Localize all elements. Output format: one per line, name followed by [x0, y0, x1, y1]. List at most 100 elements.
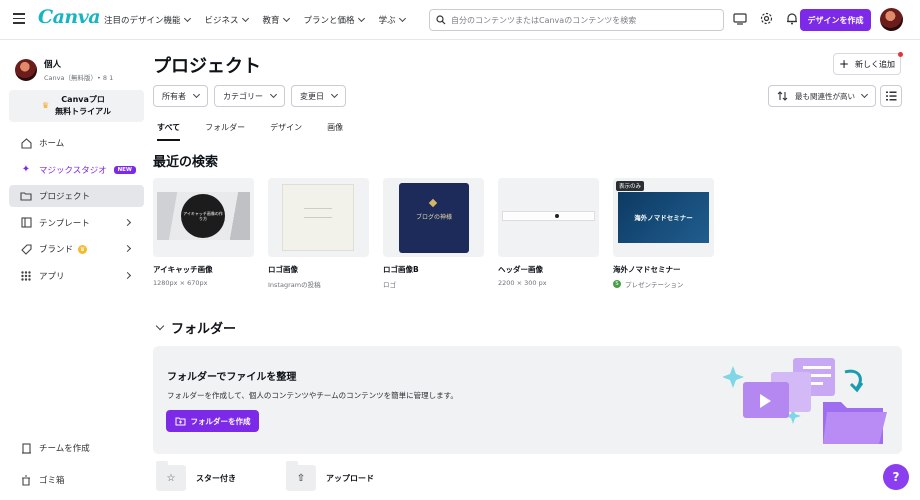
plus-icon: + — [838, 57, 850, 71]
search-input[interactable] — [451, 15, 721, 25]
folder-empty-title: フォルダーでファイルを整理 — [167, 372, 297, 383]
thumbnail-text: 海外ノマドセミナー — [634, 214, 693, 222]
card-subtitle: Instagramの投稿 — [268, 281, 321, 289]
chevron-down-icon — [192, 90, 201, 99]
sort-dropdown[interactable]: 最も関連性が高い — [768, 85, 876, 107]
content-tabs: すべて フォルダー デザイン 画像 — [157, 122, 343, 141]
sidebar: 個人 Canva（無料版）• 8 1 ♛ Canvaプロ 無料トライアル ホーム … — [0, 40, 152, 500]
folder-empty-state: フォルダーでファイルを整理 フォルダーを作成して、個人のコンテンツやチームのコン… — [153, 346, 902, 454]
chevron-down-icon — [357, 14, 365, 23]
folders-section-toggle[interactable]: フォルダー — [155, 318, 237, 337]
tab-designs[interactable]: デザイン — [270, 122, 302, 141]
folder-icon — [19, 191, 33, 201]
nav-item-pricing[interactable]: プランと価格 — [304, 14, 365, 26]
sidebar-item-brand[interactable]: ブランド ♛ — [9, 238, 144, 260]
sparkle-icon: ✦ — [21, 164, 31, 175]
sidebar-item-projects[interactable]: プロジェクト — [9, 185, 144, 207]
avatar — [15, 59, 37, 81]
presentation-icon: S — [613, 280, 621, 288]
sidebar-item-templates[interactable]: テンプレート — [9, 212, 144, 234]
bell-icon[interactable] — [786, 12, 798, 25]
chevron-down-icon — [183, 14, 191, 23]
chevron-down-icon — [155, 321, 165, 330]
sidebar-item-magic-studio[interactable]: ✦ マジックスタジオ NEW — [9, 159, 144, 181]
add-folder-icon — [175, 417, 185, 425]
tab-images[interactable]: 画像 — [327, 122, 343, 141]
sidebar-item-apps[interactable]: アプリ — [9, 265, 144, 287]
tab-all[interactable]: すべて — [157, 122, 181, 141]
nav-item-features[interactable]: 注目のデザイン機能 — [104, 14, 191, 26]
chevron-down-icon — [241, 14, 249, 23]
folder-starred[interactable]: ☆ スター付き — [156, 461, 236, 491]
list-view-toggle[interactable] — [880, 85, 902, 107]
chevron-down-icon — [269, 90, 278, 99]
avatar[interactable] — [880, 8, 903, 31]
design-card[interactable]: 海外ノマドセミナー 表示のみ 海外ノマドセミナー S プレゼンテーション — [613, 178, 714, 289]
create-folder-button[interactable]: フォルダーを作成 — [166, 410, 259, 432]
card-title[interactable]: ロゴ画像 — [268, 264, 369, 275]
view-only-badge: 表示のみ — [616, 181, 645, 191]
canva-logo[interactable]: Canva — [38, 6, 101, 28]
folder-empty-description: フォルダーを作成して、個人のコンテンツやチームのコンテンツを簡単に管理します。 — [167, 391, 458, 400]
chevron-down-icon — [860, 90, 869, 99]
filter-owner[interactable]: 所有者 — [153, 85, 208, 107]
chevron-down-icon — [282, 14, 290, 23]
card-title[interactable]: 海外ノマドセミナー — [613, 264, 714, 275]
main-content: プロジェクト + 新しく追加 所有者 カテゴリー 変更日 最も関連性が高い すべ… — [152, 40, 920, 500]
folder-uploads[interactable]: ⇧ アップロード — [286, 461, 374, 491]
template-icon — [19, 217, 33, 228]
sort-icon — [777, 91, 788, 101]
home-icon — [19, 137, 33, 149]
recent-search-title: 最近の検索 — [153, 155, 219, 170]
folders-title: フォルダー — [171, 322, 237, 337]
design-card[interactable]: ブログの神様 ロゴ画像B ロゴ — [383, 178, 484, 289]
design-card[interactable]: ロゴ画像 Instagramの投稿 — [268, 178, 369, 289]
brand-icon — [19, 243, 33, 255]
building-icon — [19, 442, 33, 454]
crown-icon: ♛ — [41, 101, 50, 110]
chevron-down-icon — [330, 90, 339, 99]
design-thumbnail[interactable] — [498, 178, 599, 257]
card-title[interactable]: アイキャッチ画像 — [153, 264, 254, 275]
search-bar[interactable] — [429, 9, 724, 31]
filter-modified[interactable]: 変更日 — [291, 85, 346, 107]
new-badge: NEW — [113, 165, 136, 174]
sidebar-item-create-team[interactable]: チームを作成 — [9, 437, 144, 459]
list-view-icon — [885, 91, 896, 101]
card-subtitle: 2200 × 300 px — [498, 279, 547, 287]
design-thumbnail[interactable] — [268, 178, 369, 257]
design-thumbnail[interactable]: ブログの神様 — [383, 178, 484, 257]
profile[interactable]: 個人 Canva（無料版）• 8 1 — [15, 58, 113, 82]
tab-folders[interactable]: フォルダー — [205, 122, 245, 141]
card-title[interactable]: ロゴ画像B — [383, 264, 484, 275]
folder-illustration — [723, 358, 887, 444]
nav-item-education[interactable]: 教育 — [263, 14, 290, 26]
sidebar-nav: ホーム ✦ マジックスタジオ NEW プロジェクト テンプレート ブランド ♛ … — [9, 132, 144, 291]
default-folders: ☆ スター付き ⇧ アップロード — [156, 461, 374, 491]
top-nav: 注目のデザイン機能 ビジネス 教育 プランと価格 学ぶ — [104, 14, 406, 26]
card-title[interactable]: ヘッダー画像 — [498, 264, 599, 275]
thumbnail-text: アイキャッチ画像の作り方 — [183, 211, 223, 221]
monitor-icon[interactable] — [733, 12, 747, 25]
menu-icon[interactable] — [13, 13, 25, 25]
profile-plan: Canva（無料版）• 8 1 — [44, 74, 114, 82]
upload-icon: ⇧ — [286, 461, 316, 491]
design-thumbnail[interactable]: アイキャッチ画像の作り方 — [153, 178, 254, 257]
design-thumbnail[interactable]: 海外ノマドセミナー 表示のみ — [613, 178, 714, 257]
nav-item-business[interactable]: ビジネス — [205, 14, 249, 26]
gear-icon[interactable] — [760, 12, 773, 25]
design-card[interactable]: アイキャッチ画像の作り方 アイキャッチ画像 1280px × 670px — [153, 178, 254, 287]
filter-category[interactable]: カテゴリー — [214, 85, 285, 107]
thumbnail-text: ブログの神様 — [415, 214, 452, 221]
apps-icon — [19, 270, 33, 281]
pro-trial-button[interactable]: ♛ Canvaプロ 無料トライアル — [9, 90, 144, 122]
nav-item-learn[interactable]: 学ぶ — [379, 14, 406, 26]
design-card[interactable]: ヘッダー画像 2200 × 300 px — [498, 178, 599, 287]
notification-dot — [898, 52, 903, 57]
create-design-button[interactable]: デザインを作成 — [800, 9, 871, 31]
add-new-button[interactable]: + 新しく追加 — [833, 53, 901, 75]
sidebar-item-trash[interactable]: ゴミ箱 — [9, 469, 144, 491]
help-button[interactable]: ? — [883, 464, 909, 490]
sidebar-item-home[interactable]: ホーム — [9, 132, 144, 154]
filter-bar: 所有者 カテゴリー 変更日 — [153, 85, 346, 107]
